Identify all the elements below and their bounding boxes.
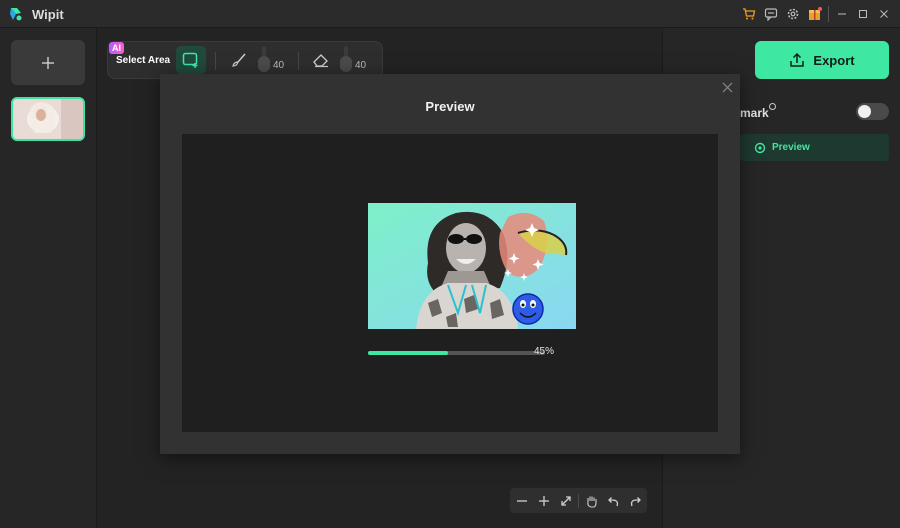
select-area-button[interactable] <box>176 46 206 74</box>
export-progress-label: 45% <box>534 346 555 357</box>
zoom-in-icon[interactable] <box>535 492 553 510</box>
preview-modal: Preview 45% <box>160 74 740 454</box>
preview-image <box>368 203 576 329</box>
preview-button[interactable]: Preview <box>740 134 889 161</box>
undo-icon[interactable] <box>604 492 622 510</box>
eraser-size-slider[interactable] <box>340 56 352 72</box>
export-label: Export <box>813 52 855 68</box>
select-area-icon <box>182 52 198 68</box>
preview-stage: 45% <box>182 134 718 432</box>
select-area-label: Select Area <box>116 55 171 66</box>
eraser-size-value: 40 <box>355 60 367 71</box>
watermark-toggle[interactable] <box>856 103 889 120</box>
export-progress-fill <box>368 351 448 355</box>
modal-close-icon[interactable] <box>720 80 734 94</box>
app-title: Wipit <box>32 7 64 22</box>
media-sidebar <box>0 28 97 528</box>
hand-icon[interactable] <box>582 492 600 510</box>
modal-title: Preview <box>425 99 475 114</box>
plus-icon <box>42 56 54 69</box>
fit-icon[interactable] <box>557 492 575 510</box>
watermark-label: mark <box>740 106 769 120</box>
export-icon <box>790 52 805 67</box>
zoom-separator <box>578 494 579 508</box>
feedback-icon[interactable] <box>763 6 779 22</box>
app-logo-icon <box>8 6 24 22</box>
title-bar: Wipit <box>0 0 900 28</box>
brush-size-slider[interactable] <box>258 56 270 72</box>
zoom-out-icon[interactable] <box>513 492 531 510</box>
toolbar-separator <box>215 52 216 70</box>
redo-icon[interactable] <box>626 492 644 510</box>
settings-icon[interactable] <box>785 6 801 22</box>
titlebar-separator <box>828 6 829 22</box>
export-button[interactable]: Export <box>755 41 889 79</box>
close-icon[interactable] <box>875 5 893 23</box>
brush-icon[interactable] <box>229 50 249 70</box>
minimize-icon[interactable] <box>833 5 851 23</box>
add-media-button[interactable] <box>11 40 85 85</box>
maximize-icon[interactable] <box>854 5 872 23</box>
toggle-knob <box>858 105 871 118</box>
export-progress-bar <box>368 351 545 355</box>
info-icon[interactable] <box>769 103 776 110</box>
gift-icon[interactable] <box>807 6 823 22</box>
brush-size-value: 40 <box>273 60 285 71</box>
preview-label: Preview <box>772 142 810 153</box>
eraser-icon[interactable] <box>311 50 331 70</box>
cart-icon[interactable] <box>741 6 757 22</box>
toolbar-separator <box>298 52 299 70</box>
ai-badge: AI <box>109 42 124 54</box>
zoom-toolbar <box>510 488 647 513</box>
eye-icon <box>754 142 766 153</box>
media-thumbnail[interactable] <box>11 97 85 141</box>
